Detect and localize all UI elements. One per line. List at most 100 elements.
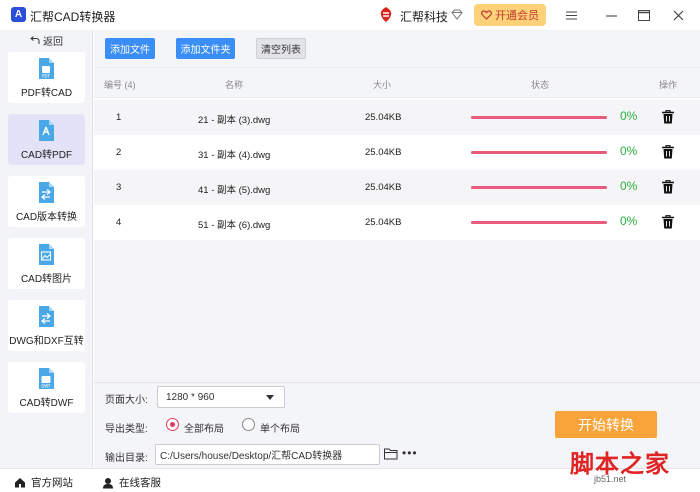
maximize-button[interactable] [634, 6, 654, 24]
add-file-button[interactable]: 添加文件 [105, 38, 155, 59]
vip-label: 开通会员 [495, 10, 539, 22]
progress-bar [471, 186, 607, 189]
table-row[interactable]: 1 21 - 副本 (3).dwg 25.04KB 0% [94, 100, 700, 135]
svg-text:DWF: DWF [41, 384, 51, 389]
progress-bar [471, 116, 607, 119]
sidebar-item-cad-to-image[interactable]: CAD转图片 [8, 238, 85, 289]
clear-list-button[interactable]: 清空列表 [256, 38, 306, 59]
output-dir-label: 输出目录: [105, 453, 148, 464]
row-index: 4 [116, 217, 122, 228]
maximize-icon [638, 9, 650, 21]
row-file-size: 25.04KB [365, 112, 402, 123]
online-support-link[interactable]: 在线客服 [102, 475, 161, 490]
sidebar-item-cad-to-dwf[interactable]: DWF CAD转DWF [8, 362, 85, 413]
back-label: 返回 [43, 37, 63, 48]
progress-percent: 0% [620, 214, 638, 228]
row-index: 3 [116, 182, 122, 193]
menu-button[interactable] [561, 6, 581, 24]
delete-icon[interactable] [662, 110, 674, 124]
sidebar-item-label: CAD转DWF [19, 398, 74, 409]
row-file-name: 21 - 副本 (3).dwg [198, 115, 271, 126]
more-options-icon[interactable]: ••• [402, 447, 418, 459]
chevron-down-icon [266, 395, 274, 400]
page-size-value: 1280 * 960 [166, 391, 215, 403]
export-single-layout-label[interactable]: 单个布局 [260, 420, 300, 435]
cad-to-image-icon [39, 244, 54, 265]
sidebar: 返回 PDF PDF转CAD CAD转PDF CAD版本转换 CAD转图片 DW… [0, 30, 93, 468]
svg-text:PDF: PDF [42, 74, 50, 79]
column-header-size: 大小 [373, 80, 392, 90]
export-all-layouts-radio[interactable] [166, 418, 179, 431]
close-icon [673, 10, 683, 20]
official-website-link[interactable]: 官方网站 [14, 475, 73, 490]
add-folder-button[interactable]: 添加文件夹 [176, 38, 235, 59]
app-title: 汇帮CAD转换器 [30, 10, 116, 24]
delete-icon[interactable] [662, 180, 674, 194]
home-icon [15, 478, 25, 488]
progress-percent: 0% [620, 109, 638, 123]
column-header-index: 编号 (4) [104, 80, 136, 90]
sidebar-item-cad-version[interactable]: CAD版本转换 [8, 176, 85, 227]
progress-bar [471, 151, 607, 154]
file-list-empty-area [94, 240, 700, 382]
page-size-label: 页面大小: [105, 395, 148, 406]
row-file-name: 31 - 副本 (4).dwg [198, 150, 271, 161]
toolbar: 添加文件 添加文件夹 清空列表 [94, 30, 700, 67]
table-row[interactable]: 4 51 - 副本 (6).dwg 25.04KB 0% [94, 205, 700, 240]
official-website-label: 官方网站 [31, 477, 73, 489]
sidebar-item-label: CAD转图片 [20, 274, 73, 285]
minimize-button[interactable] [601, 6, 621, 24]
row-file-size: 25.04KB [365, 217, 402, 228]
progress-fill [471, 116, 607, 119]
column-header-action: 操作 [659, 80, 678, 90]
brand-logo-icon [380, 7, 392, 22]
brand-name: 汇帮科技 [400, 10, 449, 24]
delete-icon[interactable] [662, 215, 674, 229]
close-button[interactable] [668, 6, 688, 24]
progress-percent: 0% [620, 144, 638, 158]
cad-to-pdf-icon [39, 120, 54, 141]
row-index: 2 [116, 147, 122, 158]
column-header-status: 状态 [531, 80, 550, 90]
cad-to-dwf-icon: DWF [39, 368, 54, 389]
row-file-name: 41 - 副本 (5).dwg [198, 185, 271, 196]
export-all-layouts-label[interactable]: 全部布局 [184, 420, 224, 435]
row-file-size: 25.04KB [365, 147, 402, 158]
delete-icon[interactable] [662, 145, 674, 159]
page-size-select[interactable]: 1280 * 960 [157, 386, 285, 408]
output-dir-input[interactable]: C:/Users/house/Desktop/汇帮CAD转换器 [155, 444, 380, 465]
progress-fill [471, 221, 607, 224]
online-support-label: 在线客服 [119, 477, 161, 489]
row-file-size: 25.04KB [365, 182, 402, 193]
back-button[interactable]: 返回 [0, 32, 93, 49]
vip-button[interactable]: 开通会员 [474, 4, 546, 26]
cad-version-icon [39, 182, 54, 203]
start-convert-button[interactable]: 开始转换 [555, 411, 657, 438]
table-row[interactable]: 2 31 - 副本 (4).dwg 25.04KB 0% [94, 135, 700, 170]
dwg-dxf-icon [39, 306, 54, 327]
progress-fill [471, 186, 607, 189]
folder-icon[interactable] [384, 448, 398, 460]
table-header: 编号 (4) 名称 大小 状态 操作 [94, 67, 700, 98]
table-row[interactable]: 3 41 - 副本 (5).dwg 25.04KB 0% [94, 170, 700, 205]
row-index: 1 [116, 112, 122, 123]
row-file-name: 51 - 副本 (6).dwg [198, 220, 271, 231]
sidebar-item-pdf-to-cad[interactable]: PDF PDF转CAD [8, 52, 85, 103]
sidebar-item-label: CAD转PDF [20, 150, 73, 161]
title-bar: A 汇帮CAD转换器 汇帮科技 开通会员 [0, 0, 700, 30]
sidebar-item-label: CAD版本转换 [15, 212, 78, 223]
back-arrow-icon [30, 36, 40, 44]
progress-bar [471, 221, 607, 224]
sidebar-item-cad-to-pdf[interactable]: CAD转PDF [8, 114, 85, 165]
sidebar-item-dwg-dxf[interactable]: DWG和DXF互转 [8, 300, 85, 351]
output-dir-value: C:/Users/house/Desktop/汇帮CAD转换器 [160, 451, 343, 462]
column-header-name: 名称 [225, 80, 244, 90]
diamond-icon[interactable] [451, 9, 463, 20]
pdf-to-cad-icon: PDF [39, 58, 54, 79]
app-logo-icon: A [11, 7, 26, 22]
export-single-layout-radio[interactable] [242, 418, 255, 431]
progress-fill [471, 151, 607, 154]
watermark-url: jb51.net [594, 474, 627, 484]
sidebar-item-label: PDF转CAD [20, 88, 73, 99]
vip-heart-icon [481, 10, 492, 20]
